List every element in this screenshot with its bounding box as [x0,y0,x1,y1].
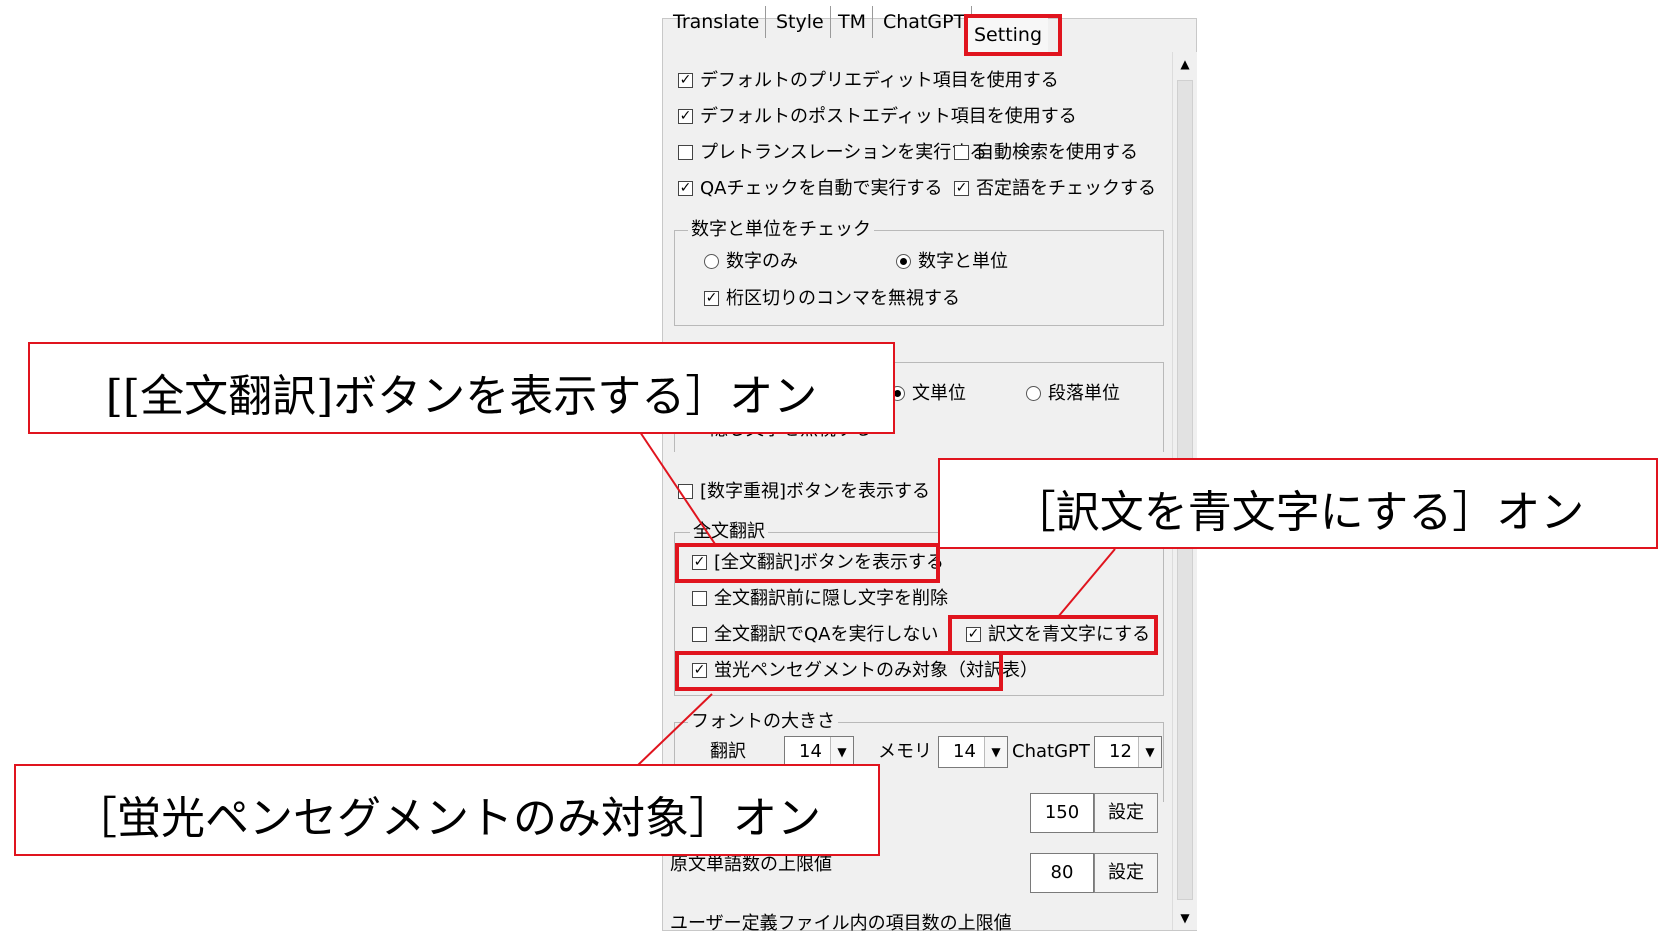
check-negation-checkbox[interactable]: ✓ [954,181,969,196]
use-default-preedit-checkbox[interactable]: ✓ [678,73,693,88]
run-pretranslation-label: プレトランスレーションを実行する [700,142,988,163]
number-unit-group-label: 数字と単位をチェック [688,219,874,241]
chatgpt-font-select[interactable]: 12 ▼ [1094,736,1162,768]
chatgpt-font-label: ChatGPT [1012,741,1090,762]
first-limit-input[interactable]: 150 [1030,793,1094,833]
highlight-only-highlight [675,651,1003,691]
callout-blue-text-text: ［訳文を青文字にする］オン [1011,487,1585,538]
show-full-translation-highlight [675,543,940,583]
use-auto-search-label: 自動検索を使用する [976,142,1138,163]
show-number-button-label: [数字重視]ボタンを表示する [700,481,931,502]
font-size-group-label: フォントの大きさ [688,711,838,733]
numbers-only-label: 数字のみ [726,251,798,272]
auto-qa-check-label: QAチェックを自動で実行する [700,178,943,199]
chatgpt-font-value: 12 [1109,741,1132,762]
blue-text-highlight [948,615,1158,655]
tab-setting-highlight [964,14,1062,56]
source-word-limit-set-button[interactable]: 設定 [1094,853,1158,893]
source-word-limit-input[interactable]: 80 [1030,853,1094,893]
tab-style[interactable]: Style [770,6,831,38]
full-translation-group-label: 全文翻訳 [690,521,768,543]
delete-hidden-text-label: 全文翻訳前に隠し文字を削除 [714,588,948,609]
auto-qa-check-checkbox[interactable]: ✓ [678,181,693,196]
callout-highlight: ［蛍光ペンセグメントのみ対象］オン [14,764,880,856]
tab-translate[interactable]: Translate [667,6,767,38]
show-number-button-checkbox[interactable] [678,484,693,499]
callout-highlight-text: ［蛍光ペンセグメントのみ対象］オン [73,793,821,844]
no-qa-checkbox[interactable] [692,627,707,642]
ignore-commas-checkbox[interactable]: ✓ [704,291,719,306]
numbers-and-units-radio[interactable] [896,254,911,269]
use-auto-search-checkbox[interactable] [954,145,969,160]
memory-font-label: メモリ [878,741,932,762]
callout-full-translation-text: [[全文翻訳]ボタンを表示する］オン [105,371,818,422]
tab-chatgpt[interactable]: ChatGPT [877,6,973,38]
chevron-down-icon: ▼ [984,737,1007,767]
callout-blue-text: ［訳文を青文字にする］オン [938,458,1658,549]
use-default-postedit-label: デフォルトのポストエディット項目を使用する [700,106,1077,127]
check-negation-label: 否定語をチェックする [976,178,1156,199]
paragraph-unit-radio[interactable] [1026,386,1041,401]
delete-hidden-text-checkbox[interactable] [692,591,707,606]
use-default-postedit-checkbox[interactable]: ✓ [678,109,693,124]
paragraph-unit-label: 段落単位 [1048,383,1120,404]
use-default-preedit-label: デフォルトのプリエディット項目を使用する [700,70,1059,91]
sentence-unit-label: 文単位 [912,383,966,404]
scroll-up-icon[interactable]: ▲ [1173,52,1197,76]
user-file-limit-label: ユーザー定義ファイル内の項目数の上限値 [670,913,1012,934]
callout-full-translation: [[全文翻訳]ボタンを表示する］オン [28,342,895,434]
run-pretranslation-checkbox[interactable] [678,145,693,160]
chevron-down-icon: ▼ [830,737,853,767]
numbers-only-radio[interactable] [704,254,719,269]
no-qa-label: 全文翻訳でQAを実行しない [714,624,939,645]
chevron-down-icon: ▼ [1138,737,1161,767]
translation-font-value: 14 [799,741,822,762]
source-word-limit-label: 原文単語数の上限値 [670,854,832,875]
scroll-down-icon[interactable]: ▼ [1173,906,1197,930]
first-limit-set-button[interactable]: 設定 [1094,793,1158,833]
ignore-commas-label: 桁区切りのコンマを無視する [726,288,960,309]
memory-font-select[interactable]: 14 ▼ [938,736,1008,768]
number-unit-group [674,230,1164,326]
memory-font-value: 14 [953,741,976,762]
numbers-and-units-label: 数字と単位 [918,251,1008,272]
tab-tm[interactable]: TM [832,6,873,38]
translation-font-label: 翻訳 [710,741,746,762]
